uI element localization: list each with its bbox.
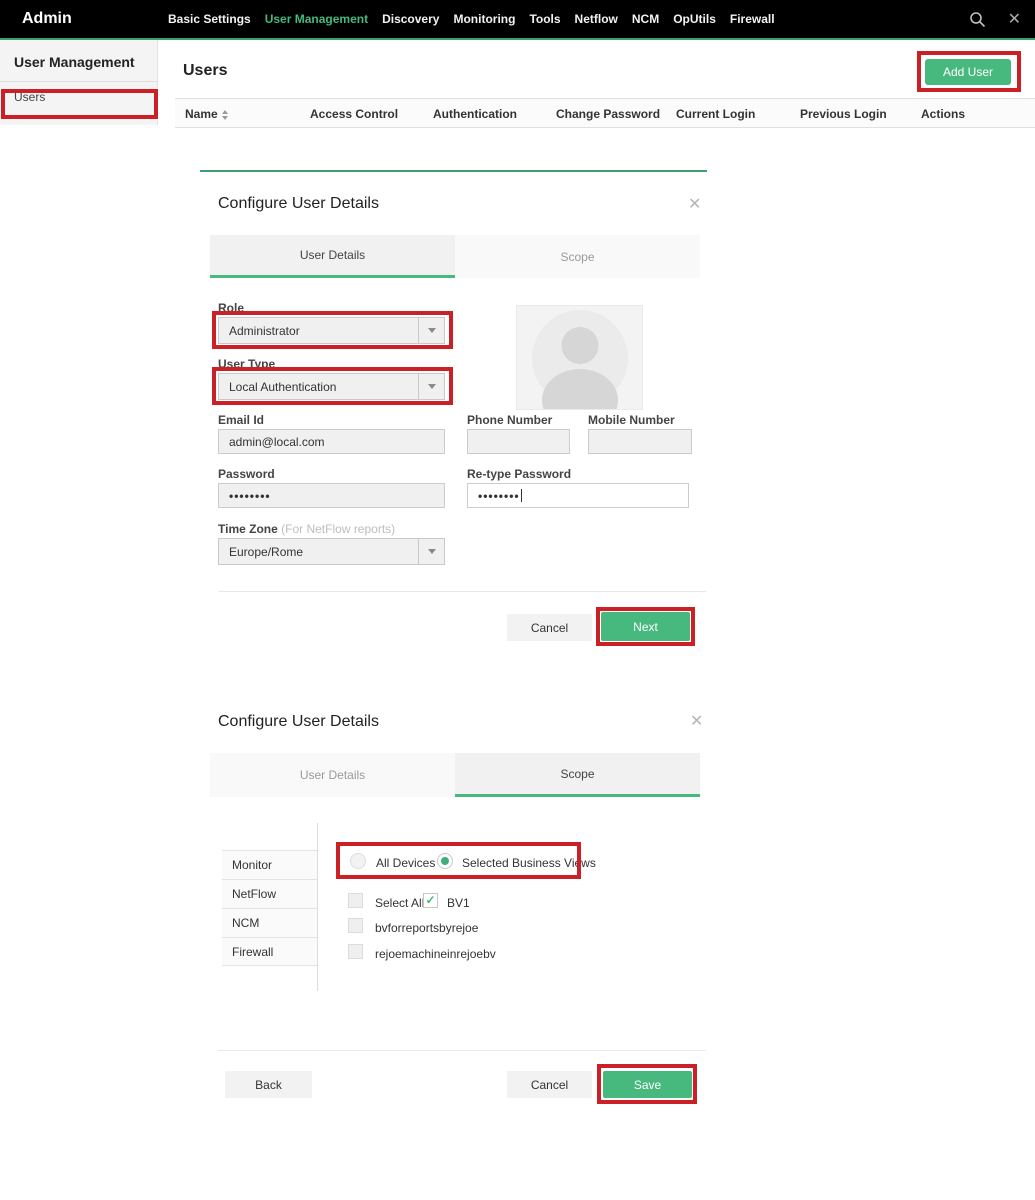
nav-discovery[interactable]: Discovery	[382, 12, 439, 26]
top-bar: Admin Basic Settings User Management Dis…	[0, 0, 1035, 38]
cancel-button[interactable]: Cancel	[507, 614, 592, 641]
nav-netflow[interactable]: Netflow	[575, 12, 618, 26]
top-navigation: Basic Settings User Management Discovery…	[168, 0, 775, 38]
checkbox-rejoemachineinrejoebv[interactable]	[348, 944, 363, 959]
nav-oputils[interactable]: OpUtils	[673, 12, 716, 26]
phone-label: Phone Number	[467, 413, 552, 427]
save-button[interactable]: Save	[603, 1071, 692, 1098]
phone-field[interactable]	[467, 429, 570, 454]
user-avatar	[516, 305, 643, 410]
text-cursor	[521, 489, 522, 502]
password-field[interactable]: ••••••••	[218, 483, 445, 508]
sidebar: User Management Users	[0, 40, 158, 125]
column-header-current-login: Current Login	[676, 107, 755, 121]
column-header-change-password: Change Password	[556, 107, 660, 121]
email-field[interactable]: admin@local.com	[218, 429, 445, 454]
column-header-name[interactable]: Name	[185, 107, 228, 121]
tab-user-details[interactable]: User Details	[210, 753, 455, 797]
side-tab-ncm[interactable]: NCM	[222, 908, 317, 937]
side-tab-firewall[interactable]: Firewall	[222, 937, 317, 966]
add-user-button[interactable]: Add User	[925, 59, 1011, 85]
column-header-actions: Actions	[921, 107, 965, 121]
column-header-authentication: Authentication	[433, 107, 517, 121]
radio-selected-business-views-label[interactable]: Selected Business Views	[462, 856, 596, 870]
modal-close-icon[interactable]: ✕	[690, 711, 703, 731]
timezone-select[interactable]: Europe/Rome	[218, 538, 445, 565]
page-title: Users	[183, 62, 227, 80]
role-select[interactable]: Administrator	[218, 317, 445, 344]
nav-ncm[interactable]: NCM	[632, 12, 659, 26]
scope-module-tabs: Monitor NetFlow NCM Firewall	[222, 823, 318, 991]
role-label: Role	[218, 301, 244, 315]
modal-top-accent	[200, 170, 707, 172]
user-type-select[interactable]: Local Authentication	[218, 373, 445, 400]
timezone-label: Time Zone (For NetFlow reports)	[218, 522, 395, 536]
close-icon[interactable]: ✕	[1008, 9, 1021, 29]
users-table-header: Name Access Control Authentication Chang…	[175, 98, 1035, 128]
modal-close-icon[interactable]: ✕	[688, 194, 701, 214]
side-tab-monitor[interactable]: Monitor	[222, 850, 317, 879]
checkbox-select-all[interactable]	[348, 893, 363, 908]
back-button[interactable]: Back	[225, 1071, 312, 1098]
chevron-down-icon[interactable]	[418, 374, 444, 399]
retype-password-label: Re-type Password	[467, 467, 571, 481]
nav-tools[interactable]: Tools	[529, 12, 560, 26]
checkbox-bvforreportsbyrejoe-label[interactable]: bvforreportsbyrejoe	[375, 921, 478, 935]
admin-page: Admin Basic Settings User Management Dis…	[0, 0, 1035, 1200]
sort-icon[interactable]	[222, 110, 228, 120]
modal-footer-divider	[218, 1050, 706, 1051]
tab-scope[interactable]: Scope	[455, 235, 700, 278]
radio-selected-business-views[interactable]	[437, 853, 453, 869]
column-header-access-control: Access Control	[310, 107, 398, 121]
nav-firewall[interactable]: Firewall	[730, 12, 775, 26]
nav-monitoring[interactable]: Monitoring	[453, 12, 515, 26]
modal-title: Configure User Details	[218, 713, 379, 731]
search-icon[interactable]	[969, 11, 986, 28]
nav-basic-settings[interactable]: Basic Settings	[168, 12, 251, 26]
chevron-down-icon[interactable]	[418, 539, 444, 564]
side-tab-spacer	[222, 823, 317, 850]
tab-scope[interactable]: Scope	[455, 753, 700, 797]
mobile-field[interactable]	[588, 429, 692, 454]
checkbox-select-all-label[interactable]: Select All	[375, 896, 424, 910]
email-label: Email Id	[218, 413, 264, 427]
modal-footer-divider	[218, 591, 706, 592]
avatar-head	[561, 327, 598, 364]
cancel-button[interactable]: Cancel	[507, 1071, 592, 1098]
password-label: Password	[218, 467, 275, 481]
checkbox-bv1[interactable]	[423, 893, 438, 908]
timezone-hint: (For NetFlow reports)	[281, 522, 395, 536]
radio-all-devices-label[interactable]: All Devices	[376, 856, 435, 870]
side-tab-netflow[interactable]: NetFlow	[222, 879, 317, 908]
checkbox-rejoemachineinrejoebv-label[interactable]: rejoemachineinrejoebv	[375, 947, 496, 961]
next-button[interactable]: Next	[601, 612, 690, 641]
sidebar-item-users[interactable]: Users	[0, 82, 157, 112]
sidebar-title: User Management	[0, 40, 157, 82]
modal-title: Configure User Details	[218, 195, 379, 213]
tab-user-details[interactable]: User Details	[210, 235, 455, 278]
column-header-previous-login: Previous Login	[800, 107, 887, 121]
checkbox-bv1-label[interactable]: BV1	[447, 896, 470, 910]
nav-user-management[interactable]: User Management	[265, 12, 368, 26]
checkbox-bvforreportsbyrejoe[interactable]	[348, 918, 363, 933]
app-title: Admin	[22, 10, 72, 28]
user-type-label: User Type	[218, 357, 275, 371]
chevron-down-icon[interactable]	[418, 318, 444, 343]
radio-all-devices[interactable]	[350, 853, 366, 869]
retype-password-field[interactable]: ••••••••	[467, 483, 689, 508]
mobile-label: Mobile Number	[588, 413, 675, 427]
